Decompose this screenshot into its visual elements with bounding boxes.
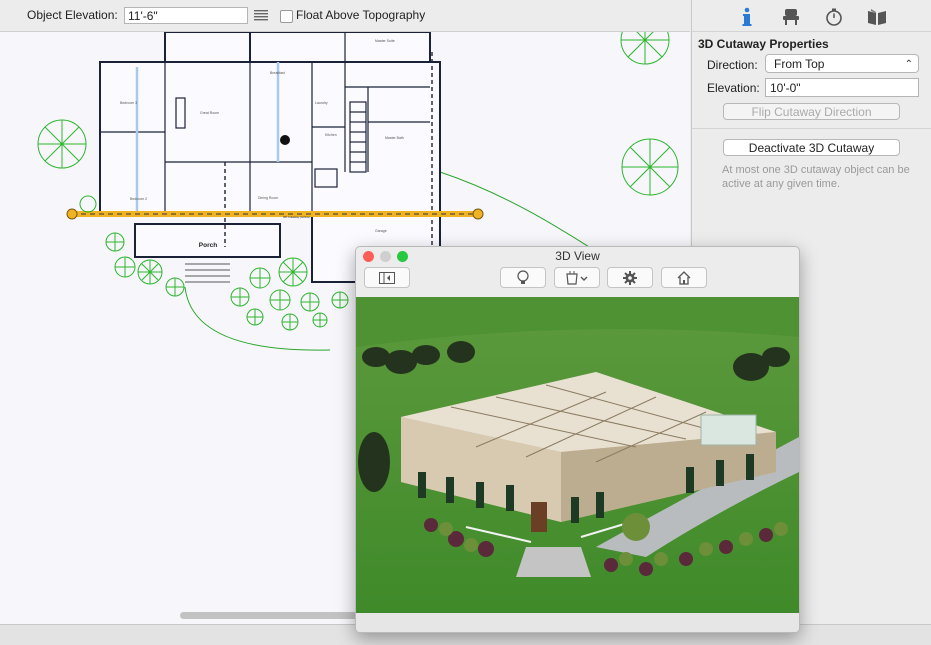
float-above-topography-label: Float Above Topography — [296, 8, 426, 22]
3d-viewport[interactable] — [356, 297, 799, 613]
svg-text:Dining Room: Dining Room — [258, 196, 278, 200]
panel-tabs — [692, 0, 931, 32]
lightbulb-icon[interactable] — [500, 267, 546, 288]
section-divider — [692, 128, 931, 129]
flip-cutaway-button[interactable]: Flip Cutaway Direction — [723, 103, 900, 120]
svg-text:Master Suite: Master Suite — [375, 39, 395, 43]
porch-label: Porch — [199, 242, 217, 249]
cutaway-end-handle[interactable] — [472, 208, 484, 220]
svg-text:Breakfast: Breakfast — [270, 71, 285, 75]
3d-render — [356, 297, 799, 613]
gear-icon[interactable] — [607, 267, 653, 288]
cutaway-label: 3D Cutaway (Active) — [283, 215, 310, 219]
object-toolbar: Object Elevation: 11'-6" Float Above Top… — [0, 0, 690, 32]
window-titlebar[interactable]: 3D View — [356, 247, 799, 265]
home-icon[interactable] — [661, 267, 707, 288]
svg-text:Bedroom 3: Bedroom 3 — [120, 101, 137, 105]
stopwatch-icon[interactable] — [823, 6, 845, 28]
minimize-window-button[interactable] — [380, 251, 391, 262]
chevron-up-down-icon: ⌃ — [904, 59, 913, 70]
object-elevation-label: Object Elevation: — [27, 8, 118, 22]
close-window-button[interactable] — [363, 251, 374, 262]
elevation-input[interactable]: 10'-0" — [765, 78, 919, 97]
book-icon[interactable] — [866, 6, 888, 28]
cutaway-note: At most one 3D cutaway object can be act… — [722, 164, 910, 190]
direction-value: From Top — [774, 57, 825, 71]
chair-icon[interactable] — [780, 6, 802, 28]
direction-label: Direction: — [707, 58, 758, 72]
object-elevation-input[interactable]: 11'-6" — [124, 7, 248, 24]
svg-text:Garage: Garage — [375, 229, 387, 233]
window-statusbar — [356, 613, 799, 632]
tabs-divider — [692, 31, 931, 32]
svg-text:Bedroom 2: Bedroom 2 — [130, 197, 147, 201]
sidebar-toggle-icon[interactable] — [364, 267, 410, 288]
svg-text:Master Bath: Master Bath — [385, 136, 404, 140]
svg-text:Laundry: Laundry — [315, 101, 328, 105]
deactivate-cutaway-button[interactable]: Deactivate 3D Cutaway — [723, 139, 900, 156]
info-icon[interactable] — [736, 6, 758, 28]
direction-select[interactable]: From Top ⌃ — [765, 54, 919, 73]
section-title: 3D Cutaway Properties — [698, 37, 829, 51]
3d-view-window: 3D View — [355, 246, 800, 633]
svg-text:Great Room: Great Room — [200, 111, 219, 115]
paint-bucket-icon[interactable] — [554, 267, 600, 288]
float-above-topography-checkbox[interactable] — [280, 10, 293, 23]
elevation-label: Elevation: — [707, 81, 760, 95]
list-menu-icon[interactable] — [254, 9, 268, 21]
window-title: 3D View — [555, 249, 600, 263]
horizontal-scrollbar[interactable] — [180, 612, 380, 619]
svg-text:Kitchen: Kitchen — [325, 133, 337, 137]
zoom-window-button[interactable] — [397, 251, 408, 262]
cutaway-start-handle[interactable] — [66, 208, 78, 220]
